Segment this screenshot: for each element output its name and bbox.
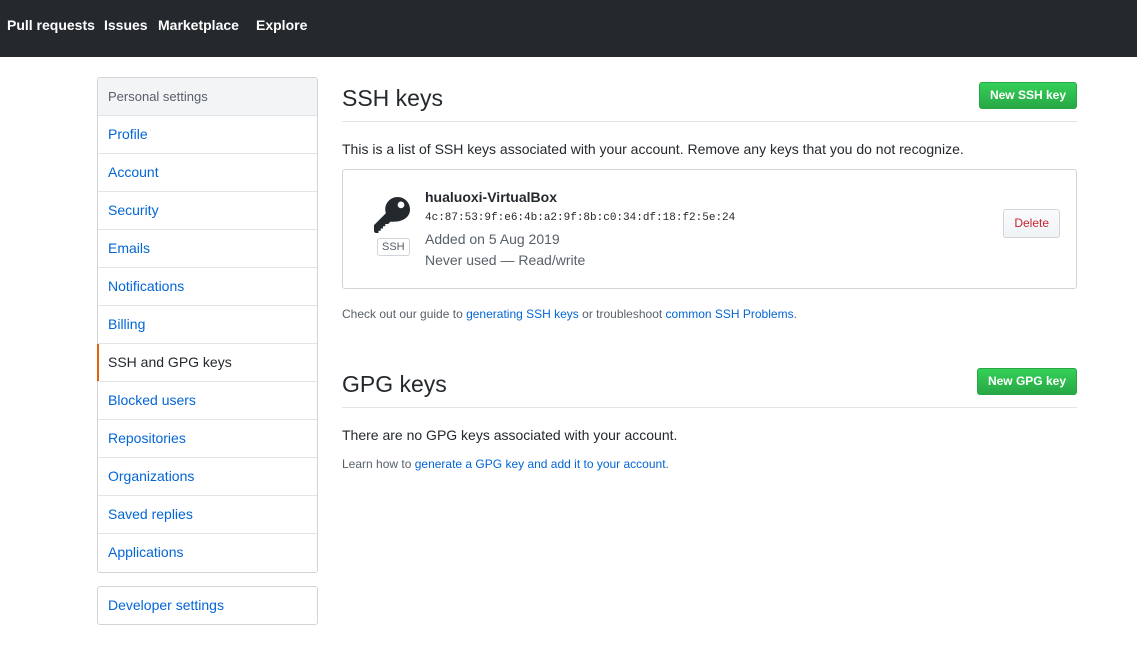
new-ssh-key-button[interactable]: New SSH key xyxy=(978,82,1077,109)
generating-ssh-keys-link[interactable]: generating SSH keys xyxy=(466,307,579,321)
developer-settings-box: Developer settings xyxy=(97,586,318,625)
new-gpg-key-button[interactable]: New GPG key xyxy=(976,368,1077,395)
gpg-help-suffix: . xyxy=(665,457,669,471)
gpg-help-prefix: Learn how to xyxy=(342,457,415,471)
sidebar-item-developer-settings[interactable]: Developer settings xyxy=(98,587,317,625)
ssh-badge: SSH xyxy=(377,238,410,256)
ssh-guide-note: Check out our guide to generating SSH ke… xyxy=(342,307,797,321)
ssh-key-item: SSH hualuoxi-VirtualBox 4c:87:53:9f:e6:4… xyxy=(342,169,1077,289)
sidebar-item-account[interactable]: Account xyxy=(98,154,317,192)
generate-gpg-key-link[interactable]: generate a GPG key and add it to your ac… xyxy=(415,457,666,471)
gpg-keys-section: GPG keys New GPG key There are no GPG ke… xyxy=(342,363,1077,471)
common-ssh-problems-link[interactable]: common SSH Problems xyxy=(666,307,794,321)
ssh-keys-description: This is a list of SSH keys associated wi… xyxy=(342,141,964,157)
gpg-help-note: Learn how to generate a GPG key and add … xyxy=(342,457,669,471)
ssh-guide-suffix: . xyxy=(793,307,797,321)
sidebar-item-organizations[interactable]: Organizations xyxy=(98,458,317,496)
ssh-guide-prefix: Check out our guide to xyxy=(342,307,467,321)
ssh-key-usage: Never used — Read/write xyxy=(425,252,586,268)
top-navigation: Pull requests Issues Marketplace Explore xyxy=(0,0,1137,57)
sidebar-item-profile[interactable]: Profile xyxy=(98,116,317,154)
gpg-keys-subhead: GPG keys New GPG key xyxy=(342,363,1077,408)
main-content: SSH keys New SSH key This is a list of S… xyxy=(342,77,1077,471)
ssh-key-added-date: Added on 5 Aug 2019 xyxy=(425,231,560,247)
key-icon xyxy=(374,197,410,233)
nav-issues[interactable]: Issues xyxy=(104,17,148,33)
sidebar-item-applications[interactable]: Applications xyxy=(98,534,317,572)
sidebar-item-repositories[interactable]: Repositories xyxy=(98,420,317,458)
nav-explore[interactable]: Explore xyxy=(256,17,307,33)
sidebar-header: Personal settings xyxy=(98,78,317,116)
sidebar-item-blocked-users[interactable]: Blocked users xyxy=(98,382,317,420)
settings-sidebar: Personal settings Profile Account Securi… xyxy=(97,77,318,573)
gpg-empty-message: There are no GPG keys associated with yo… xyxy=(342,427,678,443)
sidebar-item-notifications[interactable]: Notifications xyxy=(98,268,317,306)
nav-marketplace[interactable]: Marketplace xyxy=(158,17,239,33)
ssh-guide-middle: or troubleshoot xyxy=(578,307,666,321)
gpg-keys-heading: GPG keys xyxy=(342,371,447,397)
sidebar-item-emails[interactable]: Emails xyxy=(98,230,317,268)
sidebar-item-ssh-gpg-keys[interactable]: SSH and GPG keys xyxy=(97,344,317,382)
sidebar-item-saved-replies[interactable]: Saved replies xyxy=(98,496,317,534)
nav-pull-requests[interactable]: Pull requests xyxy=(7,17,95,33)
sidebar-item-security[interactable]: Security xyxy=(98,192,317,230)
delete-ssh-key-button[interactable]: Delete xyxy=(1003,209,1060,238)
sidebar-item-billing[interactable]: Billing xyxy=(98,306,317,344)
ssh-keys-heading: SSH keys xyxy=(342,85,443,111)
ssh-key-title: hualuoxi-VirtualBox xyxy=(425,189,557,205)
ssh-key-fingerprint: 4c:87:53:9f:e6:4b:a2:9f:8b:c0:34:df:18:f… xyxy=(425,212,736,224)
ssh-keys-subhead: SSH keys New SSH key xyxy=(342,77,1077,122)
